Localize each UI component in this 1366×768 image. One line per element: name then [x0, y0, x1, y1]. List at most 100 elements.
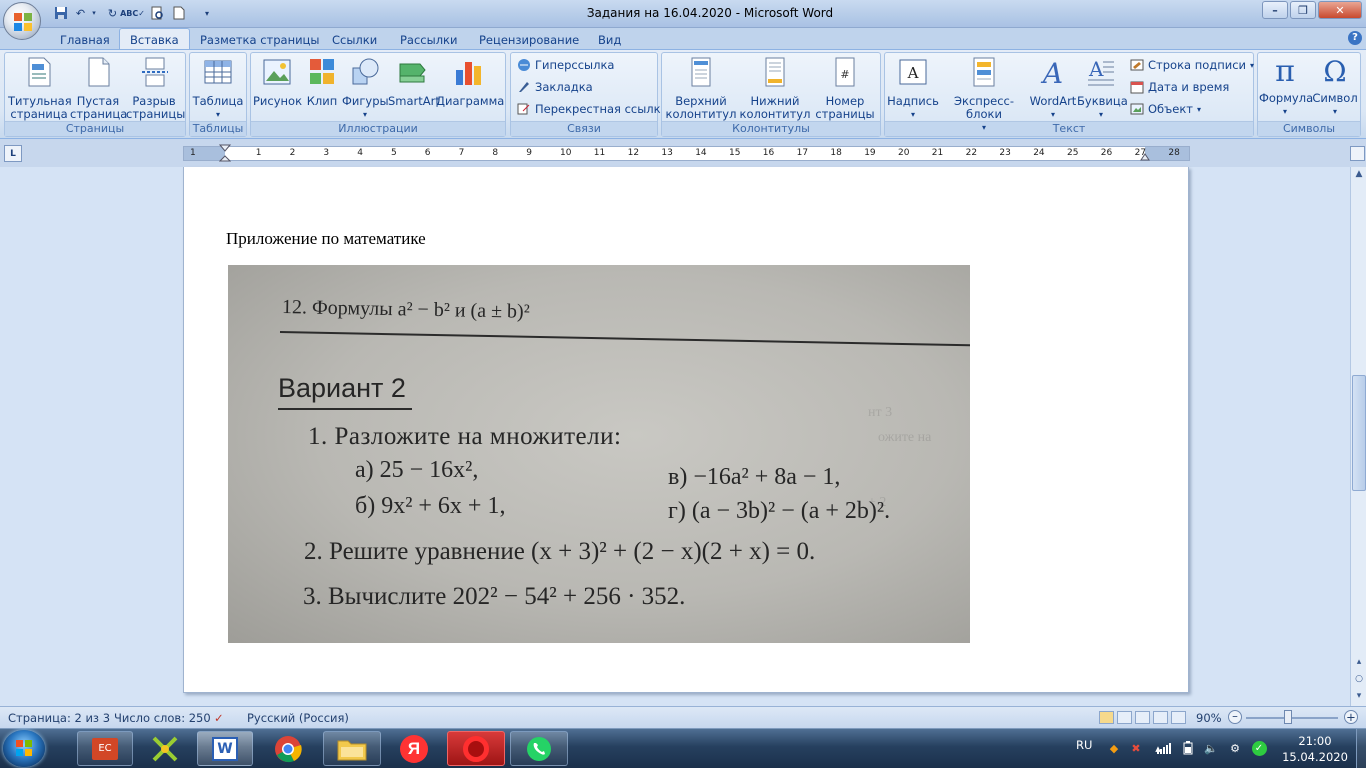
taskbar-explorer[interactable] [323, 731, 381, 766]
taskbar-word[interactable]: W [197, 731, 253, 766]
undo-dropdown-icon[interactable]: ▾ [90, 5, 98, 21]
task-1-a: а) 25 − 16x², [355, 457, 479, 483]
date-time-button[interactable]: Дата и время [1130, 78, 1229, 96]
page-number-label: Номер страницы [815, 94, 875, 121]
minimize-button[interactable]: – [1262, 1, 1288, 19]
smartart-button[interactable]: SmartArt [388, 56, 440, 108]
taskbar-opera[interactable] [447, 731, 505, 766]
symbol-button[interactable]: Ω Символ ▾ [1311, 56, 1359, 118]
zoom-in-icon[interactable]: + [1344, 710, 1358, 724]
taskbar-tool-app[interactable] [137, 731, 193, 766]
taskbar-yandex[interactable]: Я [385, 731, 443, 766]
scroll-up-icon[interactable]: ▲ [1352, 167, 1366, 181]
shapes-label: Фигуры [342, 94, 389, 108]
tab-review[interactable]: Рецензирование [469, 30, 589, 50]
header-button[interactable]: Верхний колонтитул [664, 56, 738, 121]
cross-reference-button[interactable]: Перекрестная ссылка [517, 100, 668, 118]
blank-page-button[interactable]: Пустая страница [70, 56, 127, 121]
clock-date: 15.04.2020 [1282, 750, 1348, 764]
textbook-photo[interactable]: нт 3 ожите на + 2 12. Формулы a² − b² и … [228, 265, 970, 643]
taskbar-chrome[interactable] [259, 731, 317, 766]
shapes-button[interactable]: Фигуры ▾ [342, 56, 389, 121]
redo-icon[interactable]: ↻ [104, 5, 121, 21]
vertical-scrollbar[interactable]: ▲ ▴ ○ ▾ [1350, 167, 1366, 706]
maximize-button[interactable]: ❐ [1290, 1, 1316, 19]
print-preview-icon[interactable] [148, 5, 165, 21]
hyperlink-button[interactable]: Гиперссылка [517, 56, 614, 74]
print-layout-icon[interactable] [1099, 711, 1114, 724]
text-box-button[interactable]: A Надпись ▾ [887, 56, 939, 121]
wordart-button[interactable]: A WordArt ▾ [1029, 56, 1077, 121]
taskbar-presentation-app[interactable]: EC [77, 731, 133, 766]
ruler-tick-label: 14 [695, 148, 707, 158]
signal-icon[interactable] [1156, 740, 1172, 756]
draft-view-icon[interactable] [1171, 711, 1186, 724]
right-indent-marker[interactable] [1140, 152, 1150, 161]
page-break-button[interactable]: Разрыв страницы [126, 56, 185, 121]
chart-button[interactable]: Диаграмма [436, 56, 504, 108]
network-icon[interactable]: ⚙ [1227, 740, 1243, 756]
tray-app-icon[interactable]: ◆ [1106, 740, 1122, 756]
indent-marker[interactable] [218, 144, 232, 164]
close-button[interactable]: ✕ [1318, 1, 1362, 19]
office-logo-icon [14, 13, 32, 31]
tab-home[interactable]: Главная [50, 30, 120, 50]
undo-icon[interactable]: ↶ [72, 5, 89, 21]
scroll-thumb[interactable] [1352, 375, 1366, 491]
save-icon[interactable] [52, 5, 69, 21]
tab-selector[interactable]: L [4, 145, 22, 162]
tab-references[interactable]: Ссылки [322, 30, 387, 50]
tray-tools-icon[interactable]: ✖ [1128, 740, 1144, 756]
select-browse-object-icon[interactable]: ○ [1352, 672, 1366, 686]
page-number-icon: # [835, 57, 855, 87]
tab-mailings[interactable]: Рассылки [390, 30, 467, 50]
new-document-icon[interactable] [170, 5, 187, 21]
signature-line-button[interactable]: Строка подписи ▾ [1130, 56, 1254, 74]
variant-underline [278, 408, 412, 410]
page-number-button[interactable]: # Номер страницы [812, 56, 878, 121]
word-count[interactable]: Число слов: 250 [114, 711, 211, 725]
picture-button[interactable]: Рисунок [253, 56, 302, 108]
start-button[interactable] [3, 730, 45, 767]
spelling-icon[interactable]: ABC✓ [120, 5, 145, 21]
customize-qat-icon[interactable]: ▾ [202, 5, 212, 21]
bookmark-button[interactable]: Закладка [517, 78, 593, 96]
volume-icon[interactable]: 🔈 [1203, 740, 1219, 756]
system-clock[interactable]: 21:00 15.04.2020 [1276, 733, 1354, 765]
taskbar-whatsapp[interactable] [510, 731, 568, 766]
outline-view-icon[interactable] [1153, 711, 1168, 724]
scroll-down-page-icon[interactable]: ▾ [1352, 689, 1366, 703]
language-indicator[interactable]: Русский (Россия) [247, 711, 349, 725]
tab-view[interactable]: Вид [588, 30, 631, 50]
scroll-up-page-icon[interactable]: ▴ [1352, 655, 1366, 669]
show-desktop-button[interactable] [1356, 729, 1366, 768]
zoom-slider[interactable] [1246, 717, 1338, 719]
equation-button[interactable]: π Формула ▾ [1259, 56, 1313, 118]
help-icon[interactable]: ? [1348, 31, 1362, 45]
zoom-slider-thumb[interactable] [1284, 710, 1292, 724]
view-ruler-button[interactable] [1350, 146, 1365, 161]
quick-parts-button[interactable]: Экспресс-блоки ▾ [939, 56, 1029, 134]
tab-insert[interactable]: Вставка [119, 28, 190, 50]
tab-page-layout[interactable]: Разметка страницы [190, 30, 329, 50]
cover-page-button[interactable]: Титульная страница [8, 56, 72, 121]
ruler-tick-label: 8 [492, 148, 499, 158]
ruler-tick-label: 21 [931, 148, 944, 158]
page-count[interactable]: Страница: 2 из 3 [8, 711, 110, 725]
ruler-tick-label: 15 [729, 148, 741, 158]
object-button[interactable]: Объект ▾ [1130, 100, 1201, 118]
proofing-icon[interactable]: ✓ [214, 711, 224, 725]
zoom-level[interactable]: 90% [1196, 711, 1222, 725]
table-button[interactable]: Таблица ▾ [192, 56, 244, 121]
security-check-icon[interactable]: ✓ [1251, 740, 1267, 756]
zoom-out-icon[interactable]: – [1228, 710, 1242, 724]
web-layout-icon[interactable] [1135, 711, 1150, 724]
full-screen-reading-icon[interactable] [1117, 711, 1132, 724]
clip-art-button[interactable]: Клип [302, 56, 342, 108]
horizontal-ruler[interactable]: 1 1 2 3 4 5 6 7 8 9 10 11 12 13 14 15 16 17 18 19 20 21 22 23 24… [183, 146, 1190, 161]
footer-button[interactable]: Нижний колонтитул [738, 56, 812, 121]
keyboard-language[interactable]: RU [1076, 738, 1092, 752]
battery-icon[interactable] [1180, 740, 1196, 756]
drop-cap-button[interactable]: A Буквица ▾ [1077, 56, 1128, 121]
office-button[interactable] [3, 2, 41, 40]
